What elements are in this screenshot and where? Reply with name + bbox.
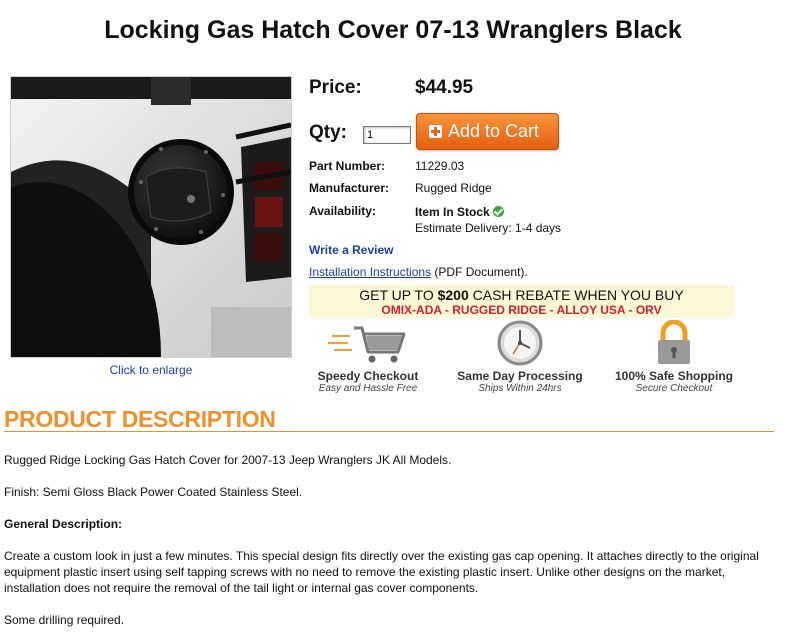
installation-instructions-link[interactable]: Installation Instructions (309, 265, 431, 279)
plus-icon (429, 125, 442, 138)
check-icon (492, 206, 504, 218)
badge-title: 100% Safe Shopping (614, 369, 734, 383)
badge-subtitle: Easy and Hassle Free (318, 383, 418, 394)
product-title: Locking Gas Hatch Cover 07-13 Wranglers … (104, 16, 682, 44)
badge-subtitle: Secure Checkout (635, 383, 713, 394)
rebate-suffix: CASH REBATE WHEN YOU BUY (468, 287, 684, 303)
installation-suffix: (PDF Document). (431, 265, 528, 279)
badge-title: Same Day Processing (457, 369, 583, 383)
badge-safe-shopping: 100% Safe Shopping Secure Checkout (609, 319, 739, 394)
product-image[interactable] (10, 76, 292, 358)
price-value: $44.95 (415, 77, 474, 98)
gas-hatch-photo-illustration (11, 77, 291, 357)
description-paragraph: Finish: Semi Gloss Black Power Coated St… (4, 485, 303, 499)
description-paragraph: Create a custom look in just a few minut… (4, 549, 759, 595)
add-to-cart-label: Add to Cart (448, 121, 540, 141)
add-to-cart-button[interactable]: Add to Cart (416, 113, 559, 150)
clock-icon (497, 320, 543, 366)
part-number-value: 11229.03 (415, 159, 465, 173)
write-review-link[interactable]: Write a Review (309, 243, 393, 257)
installation-row: Installation Instructions (PDF Document)… (309, 265, 528, 279)
rebate-headline: GET UP TO $200 CASH REBATE WHEN YOU BUY (309, 287, 734, 303)
quantity-input[interactable] (363, 126, 411, 144)
rebate-banner[interactable]: GET UP TO $200 CASH REBATE WHEN YOU BUY … (309, 285, 734, 318)
badge-title: Speedy Checkout (317, 369, 419, 383)
badge-speedy-checkout: Speedy Checkout Easy and Hassle Free (303, 322, 433, 394)
availability-label: Availability: (309, 204, 376, 218)
description-paragraph: Some drilling required. (4, 613, 125, 627)
availability-value: Item In Stock (415, 205, 490, 219)
general-description-heading: General Description: (4, 517, 123, 531)
availability-status: Item In Stock (415, 205, 504, 219)
qty-label: Qty: (309, 122, 347, 143)
badge-same-day-processing: Same Day Processing Ships Within 24hrs (455, 320, 585, 394)
part-number-label: Part Number: (309, 159, 386, 173)
padlock-icon (658, 319, 690, 364)
product-description-heading: PRODUCT DESCRIPTION (4, 406, 276, 432)
manufacturer-label: Manufacturer: (309, 181, 390, 195)
section-divider (4, 431, 774, 432)
rebate-amount: $200 (437, 287, 469, 303)
delivery-estimate: Estimate Delivery: 1-4 days (415, 221, 562, 235)
manufacturer-value: Rugged Ridge (415, 181, 492, 195)
rebate-prefix: GET UP TO (359, 287, 438, 303)
rebate-brands: OMIX-ADA - RUGGED RIDGE - ALLOY USA - OR… (381, 303, 662, 317)
description-paragraph: Rugged Ridge Locking Gas Hatch Cover for… (4, 453, 452, 467)
click-to-enlarge-link[interactable]: Click to enlarge (10, 363, 292, 377)
badge-subtitle: Ships Within 24hrs (478, 383, 562, 394)
price-label: Price: (309, 77, 362, 98)
shopping-cart-icon (328, 326, 406, 363)
